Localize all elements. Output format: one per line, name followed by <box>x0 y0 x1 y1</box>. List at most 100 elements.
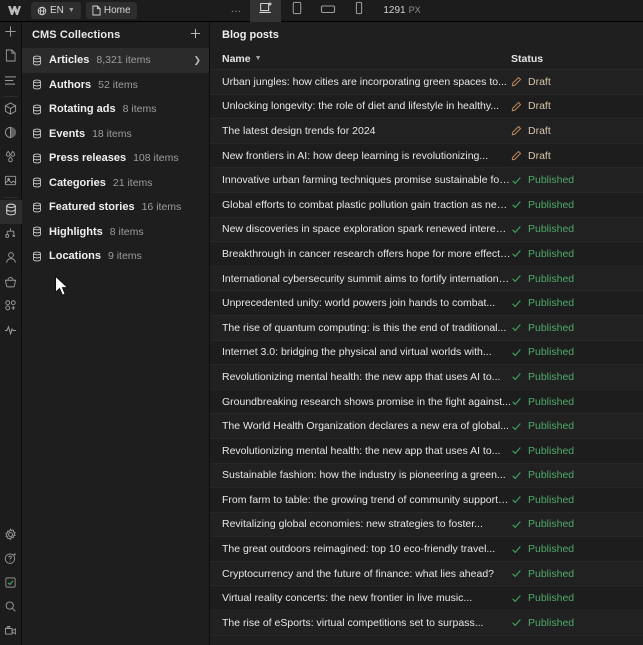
collection-name: Press releases <box>49 152 127 165</box>
table-row[interactable]: Internet 3.0: bridging the physical and … <box>210 340 643 366</box>
components-panel-button[interactable] <box>0 99 22 123</box>
table-row[interactable]: Revolutionizing mental health: the new a… <box>210 438 643 464</box>
collection-name: Authors <box>49 78 92 91</box>
overflow-menu-button[interactable]: … <box>222 0 250 22</box>
item-name: The World Health Organization declares a… <box>222 420 509 433</box>
table-row[interactable]: New frontiers in AI: how deep learning i… <box>210 143 643 169</box>
status-label: Draft <box>528 75 551 88</box>
collection-item-articles[interactable]: Articles 8,321 items ❯ <box>22 48 209 73</box>
locale-selector[interactable]: EN ▼ <box>31 2 81 19</box>
check-icon <box>511 421 522 432</box>
status-badge: Published <box>511 174 631 186</box>
status-label: Published <box>528 272 575 285</box>
table-row[interactable]: Unprecedented unity: world powers join h… <box>210 291 643 316</box>
video-button[interactable] <box>0 621 22 645</box>
collection-name: Highlights <box>49 225 103 238</box>
table-row[interactable]: Innovative urban farming techniques prom… <box>210 168 643 193</box>
check-icon <box>511 445 522 456</box>
status-label: Published <box>528 444 575 457</box>
collection-item-rotating-ads[interactable]: Rotating ads 8 items ❯ <box>22 97 209 122</box>
page-selector[interactable]: Home <box>85 2 137 19</box>
desktop-breakpoint-button[interactable] <box>250 0 282 22</box>
add-panel-button[interactable] <box>0 22 22 46</box>
check-icon <box>511 224 522 235</box>
table-row[interactable]: Sustainable fashion: how the industry is… <box>210 463 643 489</box>
collection-item-events[interactable]: Events 18 items ❯ <box>22 122 209 147</box>
check-icon <box>511 494 522 505</box>
table-row[interactable]: The latest design trends for 2024 Draft <box>210 119 643 144</box>
check-icon <box>511 396 522 407</box>
table-row[interactable]: From farm to table: the growing trend of… <box>210 488 643 513</box>
logic-panel-button[interactable] <box>0 224 22 248</box>
status-badge: Published <box>511 322 631 334</box>
checkbox-checked-icon <box>4 576 17 594</box>
apps-panel-button[interactable] <box>0 296 22 320</box>
table-row[interactable]: The rise of quantum computing: is this t… <box>210 315 643 341</box>
item-name: The rise of quantum computing: is this t… <box>222 321 507 334</box>
table-row[interactable]: Unlocking longevity: the role of diet an… <box>210 94 643 120</box>
column-header-name-label: Name <box>222 52 251 65</box>
check-icon <box>511 322 522 333</box>
pencil-icon <box>511 101 522 112</box>
layers-icon <box>4 73 17 91</box>
status-badge: Draft <box>511 150 631 162</box>
table-row[interactable]: Cryptocurrency and the future of finance… <box>210 561 643 587</box>
status-label: Published <box>528 321 575 334</box>
status-label: Published <box>528 469 575 482</box>
style-panel-button[interactable] <box>0 123 22 147</box>
item-name: Cryptocurrency and the future of finance… <box>222 567 494 580</box>
table-row[interactable]: Groundbreaking research shows promise in… <box>210 389 643 415</box>
audit-panel-button[interactable] <box>0 320 22 344</box>
navigator-panel-button[interactable] <box>0 70 22 94</box>
cube-icon <box>4 102 17 120</box>
settings-button[interactable] <box>0 525 22 549</box>
pages-panel-button[interactable] <box>0 46 22 70</box>
help-button[interactable] <box>0 549 22 573</box>
table-row[interactable]: New discoveries in space exploration spa… <box>210 217 643 243</box>
collection-item-authors[interactable]: Authors 52 items ❯ <box>22 73 209 98</box>
users-panel-button[interactable] <box>0 248 22 272</box>
user-icon <box>5 251 17 269</box>
table-row[interactable]: Global efforts to combat plastic polluti… <box>210 192 643 218</box>
droplets-icon <box>4 150 17 168</box>
ecommerce-panel-button[interactable] <box>0 272 22 296</box>
webflow-logo-icon[interactable] <box>4 2 26 20</box>
table-row[interactable]: The great outdoors reimagined: top 10 ec… <box>210 537 643 562</box>
database-icon <box>32 79 42 90</box>
column-header-status[interactable]: Status <box>511 53 631 65</box>
column-header-name[interactable]: Name ▼ <box>222 53 511 65</box>
checklist-button[interactable] <box>0 573 22 597</box>
table-row[interactable]: International cybersecurity summit aims … <box>210 266 643 292</box>
table-row[interactable]: The World Health Organization declares a… <box>210 414 643 439</box>
mobile-landscape-breakpoint-button[interactable] <box>312 0 343 22</box>
table-row[interactable]: The rise of eSports: virtual competition… <box>210 611 643 636</box>
add-collection-button[interactable] <box>190 26 201 44</box>
assets-panel-button[interactable] <box>0 171 22 195</box>
database-icon <box>32 153 42 164</box>
cms-panel-button[interactable] <box>0 200 22 224</box>
status-badge: Published <box>511 248 631 260</box>
table-row[interactable]: Virtual reality concerts: the new fronti… <box>210 586 643 612</box>
top-bar-left: EN ▼ Home <box>4 2 137 20</box>
search-button[interactable] <box>0 597 22 621</box>
collection-item-highlights[interactable]: Highlights 8 items ❯ <box>22 220 209 245</box>
column-header-status-label: Status <box>511 52 544 65</box>
status-badge: Published <box>511 592 631 604</box>
table-row[interactable]: Revolutionizing mental health: the new a… <box>210 365 643 390</box>
item-name: Unprecedented unity: world powers join h… <box>222 297 496 310</box>
variables-panel-button[interactable] <box>0 147 22 171</box>
collection-item-press-releases[interactable]: Press releases 108 items ❯ <box>22 146 209 171</box>
status-badge: Published <box>511 568 631 580</box>
item-name: International cybersecurity summit aims … <box>222 272 511 285</box>
collection-item-locations[interactable]: Locations 9 items ❯ <box>22 244 209 269</box>
collection-item-featured-stories[interactable]: Featured stories 16 items ❯ <box>22 195 209 220</box>
collection-item-categories[interactable]: Categories 21 items ❯ <box>22 171 209 196</box>
table-row[interactable]: Revitalizing global economies: new strat… <box>210 512 643 538</box>
table-row[interactable]: Breakthrough in cancer research offers h… <box>210 242 643 267</box>
item-name: Revolutionizing mental health: the new a… <box>222 370 501 383</box>
desktop-breakpoint-icon <box>258 1 274 20</box>
mobile-portrait-breakpoint-button[interactable] <box>343 0 374 22</box>
tablet-breakpoint-button[interactable] <box>281 0 312 22</box>
table-row[interactable]: Urban jungles: how cities are incorporat… <box>210 70 643 95</box>
database-icon <box>5 203 17 221</box>
